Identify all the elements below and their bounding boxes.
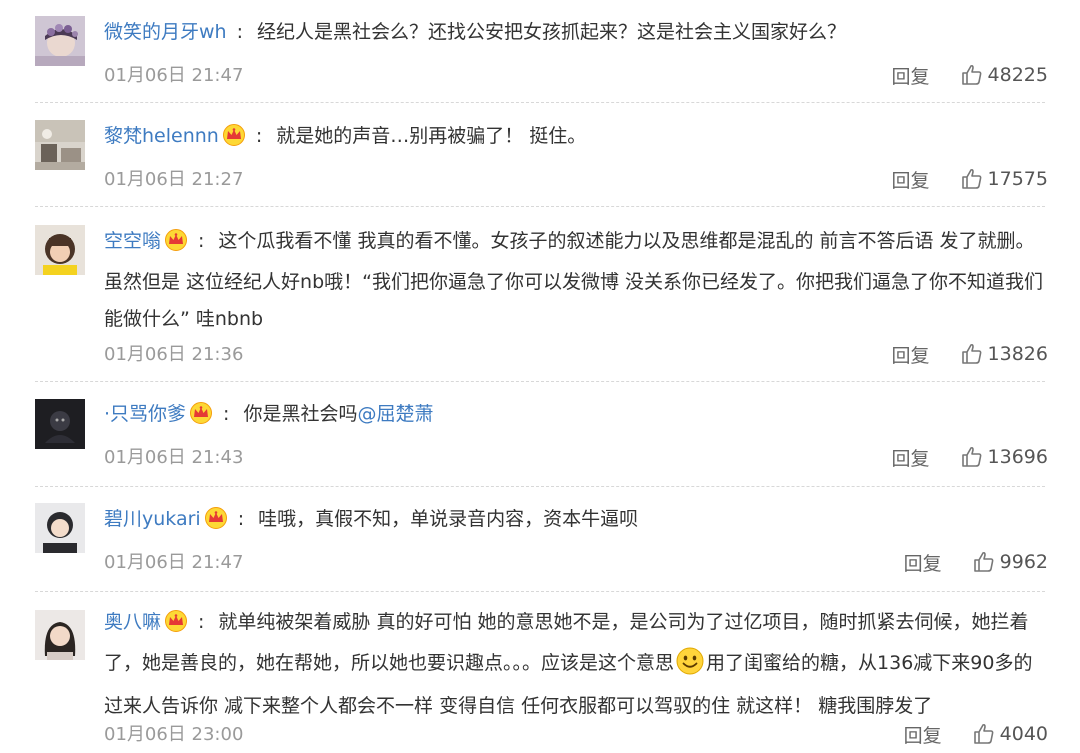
like-button[interactable]: 48225: [960, 63, 1048, 87]
thumbs-up-icon: [961, 168, 981, 189]
like-count: 13696: [987, 446, 1048, 468]
like-button[interactable]: 13696: [960, 445, 1048, 469]
user-avatar[interactable]: [35, 503, 85, 553]
avatar-portrait-icon: [35, 503, 85, 553]
thumbs-up-icon: [961, 64, 981, 85]
avatar-dark-icon: [35, 399, 85, 449]
avatar-woman-icon: [35, 610, 85, 660]
comment-item: 空空嗡 : 这个瓜我看不懂 我真的看不懂。女孩子的叙述能力以及思维都是混乱的 前言…: [0, 207, 1080, 382]
like-count: 48225: [987, 64, 1048, 86]
thumbs-up-icon: [961, 343, 981, 364]
comment-text: 你是黑社会吗: [243, 403, 358, 425]
comment-item: 微笑的月牙wh: 经纪人是黑社会么？还找公安把女孩抓起来？这是社会主义国家好么？ …: [0, 0, 1080, 102]
comment-actions: 回复 13826: [892, 339, 1048, 369]
colon-separator: :: [237, 508, 245, 530]
avatar-girl-icon: [35, 225, 85, 275]
colon-separator: :: [198, 611, 205, 633]
reply-button[interactable]: 回复: [892, 341, 930, 368]
comment-actions: 回复 13696: [892, 442, 1048, 472]
username-link[interactable]: 奥八嘛: [104, 611, 161, 633]
like-count: 17575: [987, 168, 1048, 190]
comment-timestamp: 01月06日 21:47: [104, 65, 244, 86]
vip-crown-icon: [164, 608, 188, 645]
colon-separator: :: [198, 230, 205, 252]
username-link[interactable]: 空空嗡: [104, 230, 161, 252]
like-button[interactable]: 17575: [960, 167, 1048, 191]
thumbs-up-icon: [973, 723, 994, 744]
thumbs-up-icon: [973, 551, 994, 572]
comment-actions: 回复 9962: [904, 547, 1048, 577]
comment-actions: 回复 4040: [904, 719, 1048, 749]
reply-button[interactable]: 回复: [904, 549, 942, 576]
like-count: 4040: [999, 723, 1048, 745]
thumbs-up-icon: [961, 446, 981, 467]
colon-separator: :: [255, 125, 263, 147]
reply-button[interactable]: 回复: [892, 444, 930, 471]
user-avatar[interactable]: [35, 610, 85, 660]
comment-text: 这个瓜我看不懂 我真的看不懂。女孩子的叙述能力以及思维都是混乱的 前言不答后语 …: [104, 230, 1044, 330]
comment-text: 经纪人是黑社会么？还找公安把女孩抓起来？这是社会主义国家好么？: [257, 21, 847, 43]
comment-text: 就是她的声音…别再被骗了！ 挺住。: [276, 125, 587, 147]
user-avatar[interactable]: [35, 225, 85, 275]
username-link[interactable]: 微笑的月牙wh: [104, 21, 227, 43]
comment-item: 碧川yukari : 哇哦，真假不知，单说录音内容，资本牛逼呗 01月06日 21…: [0, 487, 1080, 591]
comment-text: 哇哦，真假不知，单说录音内容，资本牛逼呗: [258, 508, 639, 530]
comment-timestamp: 01月06日 21:36: [104, 344, 244, 365]
like-count: 13826: [987, 343, 1048, 365]
comment-timestamp: 01月06日 21:27: [104, 169, 244, 190]
comment-list: 微笑的月牙wh: 经纪人是黑社会么？还找公安把女孩抓起来？这是社会主义国家好么？ …: [0, 0, 1080, 753]
comment-actions: 回复 48225: [892, 60, 1048, 90]
mention-link[interactable]: @屈楚萧: [357, 403, 433, 425]
reply-button[interactable]: 回复: [892, 62, 930, 89]
like-button[interactable]: 13826: [960, 342, 1048, 366]
comment-timestamp: 01月06日 21:47: [104, 552, 244, 573]
vip-crown-icon: [164, 227, 188, 264]
comment-actions: 回复 17575: [892, 164, 1048, 194]
comment-item: 黎梵helennn : 就是她的声音…别再被骗了！ 挺住。 01月06日 21:2…: [0, 103, 1080, 206]
like-button[interactable]: 9962: [972, 550, 1048, 574]
reply-button[interactable]: 回复: [892, 166, 930, 193]
smile-emoji-icon: [676, 647, 704, 688]
avatar-room-icon: [35, 120, 85, 170]
username-link[interactable]: ·只骂你爹: [104, 403, 186, 425]
comment-item: ·只骂你爹 : 你是黑社会吗@屈楚萧 01月06日 21:43 回复 13696: [0, 382, 1080, 486]
like-button[interactable]: 4040: [972, 722, 1048, 746]
vip-crown-icon: [222, 122, 246, 159]
username-link[interactable]: 黎梵helennn: [104, 125, 219, 147]
comment-item: 奥八嘛 : 就单纯被架着威胁 真的好可怕 她的意思她不是，是公司为了过亿项目，随时…: [0, 592, 1080, 753]
user-avatar[interactable]: [35, 399, 85, 449]
like-count: 9962: [999, 551, 1048, 573]
username-link[interactable]: 碧川yukari: [104, 508, 201, 530]
avatar-flower-icon: [35, 16, 85, 66]
vip-crown-icon: [189, 400, 213, 437]
user-avatar[interactable]: [35, 120, 85, 170]
colon-separator: :: [223, 403, 230, 425]
user-avatar[interactable]: [35, 16, 85, 66]
comment-timestamp: 01月06日 23:00: [104, 724, 244, 745]
colon-separator: :: [236, 21, 243, 43]
comment-timestamp: 01月06日 21:43: [104, 447, 244, 468]
reply-button[interactable]: 回复: [904, 721, 942, 748]
vip-crown-icon: [204, 505, 228, 542]
